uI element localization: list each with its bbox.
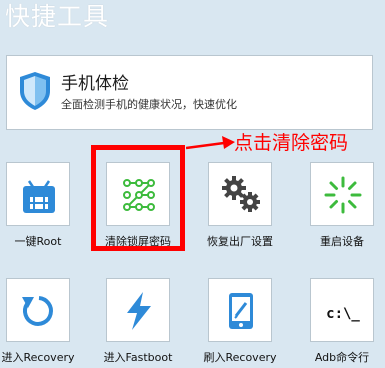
adb-command-line-label: Adb命令行	[314, 351, 370, 364]
flash-recovery-label: 刷入Recovery	[203, 351, 277, 364]
flash-recovery-button[interactable]	[208, 278, 272, 342]
refresh-arrow-icon	[22, 296, 53, 326]
svg-text:c:\_: c:\_	[326, 306, 360, 322]
annotation-text: 点击清除密码	[234, 132, 349, 154]
arrow-icon	[186, 136, 235, 150]
android-root-icon	[23, 180, 55, 213]
factory-reset-button[interactable]	[208, 162, 272, 226]
phone-checkup-title: 手机体检	[61, 74, 129, 94]
section-title: 快捷工具	[5, 2, 110, 31]
enter-recovery-label: 进入Recovery	[1, 351, 75, 364]
restart-device-button[interactable]	[310, 162, 374, 226]
phone-checkup-card[interactable]: 手机体检 全面检测手机的健康状况，快速优化	[6, 55, 373, 130]
lightning-icon	[127, 292, 151, 330]
shield-icon	[20, 72, 50, 110]
restart-device-label: 重启设备	[320, 235, 364, 248]
enter-fastboot-label: 进入Fastboot	[103, 351, 173, 364]
phone-checkup-description: 全面检测手机的健康状况，快速优化	[61, 98, 237, 111]
terminal-icon: c:\_	[326, 306, 360, 322]
tablet-edit-icon	[229, 293, 253, 329]
one-click-root-label: 一键Root	[14, 235, 62, 248]
factory-reset-label: 恢复出厂设置	[207, 235, 273, 248]
enter-fastboot-button[interactable]	[106, 278, 170, 342]
highlight-box	[91, 145, 185, 251]
one-click-root-button[interactable]	[6, 162, 70, 226]
restart-spinner-icon	[324, 176, 362, 214]
gears-icon	[222, 176, 260, 212]
enter-recovery-button[interactable]	[6, 278, 70, 342]
adb-command-line-button[interactable]: c:\_	[310, 278, 374, 342]
